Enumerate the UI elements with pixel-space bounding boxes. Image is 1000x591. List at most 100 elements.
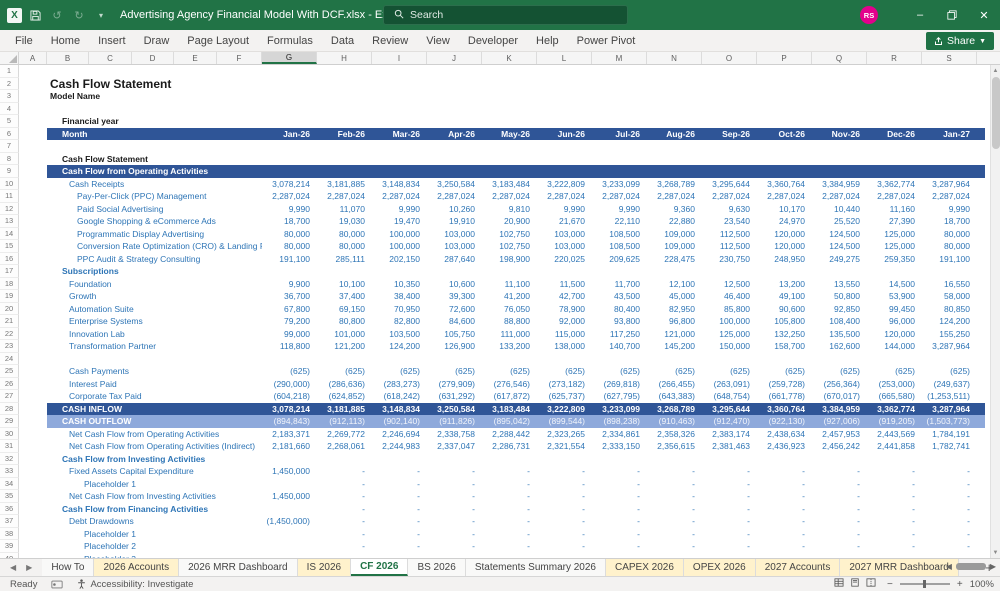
value-cell[interactable]: - bbox=[702, 504, 757, 514]
value-cell[interactable]: - bbox=[867, 479, 922, 489]
value-cell[interactable]: 112,500 bbox=[702, 241, 757, 251]
value-cell[interactable]: - bbox=[372, 529, 427, 539]
value-cell[interactable]: 105,800 bbox=[757, 316, 812, 326]
value-cell[interactable]: 145,200 bbox=[647, 341, 702, 351]
value-cell[interactable]: 96,800 bbox=[647, 316, 702, 326]
value-cell[interactable]: 25,520 bbox=[812, 216, 867, 226]
value-cell[interactable]: - bbox=[922, 479, 977, 489]
value-cell[interactable]: (1,253,511) bbox=[922, 391, 977, 401]
value-cell[interactable]: - bbox=[922, 466, 977, 476]
value-cell[interactable]: 80,000 bbox=[922, 229, 977, 239]
value-cell[interactable]: (625) bbox=[757, 366, 812, 376]
value-cell[interactable]: 9,630 bbox=[702, 204, 757, 214]
row-number[interactable]: 20 bbox=[0, 303, 19, 316]
value-cell[interactable]: - bbox=[482, 504, 537, 514]
value-cell[interactable]: - bbox=[922, 529, 977, 539]
row-label[interactable]: Financial year bbox=[47, 116, 262, 126]
month-header-cell[interactable]: Apr-26 bbox=[427, 129, 482, 139]
value-cell[interactable]: 3,268,789 bbox=[647, 404, 702, 414]
value-cell[interactable]: 2,287,024 bbox=[372, 191, 427, 201]
row-label[interactable]: Foundation bbox=[47, 279, 262, 289]
value-cell[interactable]: 99,000 bbox=[262, 329, 317, 339]
value-cell[interactable]: - bbox=[592, 491, 647, 501]
value-cell[interactable]: - bbox=[537, 479, 592, 489]
value-cell[interactable]: 39,300 bbox=[427, 291, 482, 301]
value-cell[interactable]: - bbox=[757, 466, 812, 476]
value-cell[interactable]: - bbox=[647, 541, 702, 551]
row-label[interactable]: Innovation Lab bbox=[47, 329, 262, 339]
sheet-tab-2027-accounts[interactable]: 2027 Accounts bbox=[756, 559, 841, 576]
value-cell[interactable]: 259,350 bbox=[867, 254, 922, 264]
value-cell[interactable]: 2,333,150 bbox=[592, 441, 647, 451]
value-cell[interactable]: 103,000 bbox=[537, 229, 592, 239]
row-label[interactable]: Transformation Partner bbox=[47, 341, 262, 351]
value-cell[interactable]: 3,233,099 bbox=[592, 179, 647, 189]
row-label[interactable]: Net Cash Flow from Investing Activities bbox=[47, 491, 262, 501]
menu-tab-data[interactable]: Data bbox=[322, 30, 363, 52]
value-cell[interactable]: (912,470) bbox=[702, 416, 757, 426]
value-cell[interactable]: - bbox=[317, 504, 372, 514]
value-cell[interactable]: 9,360 bbox=[647, 204, 702, 214]
value-cell[interactable]: 12,100 bbox=[647, 279, 702, 289]
value-cell[interactable]: 2,287,024 bbox=[867, 191, 922, 201]
value-cell[interactable]: - bbox=[702, 466, 757, 476]
value-cell[interactable]: - bbox=[592, 466, 647, 476]
value-cell[interactable]: (910,463) bbox=[647, 416, 702, 426]
value-cell[interactable]: 117,250 bbox=[592, 329, 647, 339]
row-number[interactable]: 34 bbox=[0, 478, 19, 491]
value-cell[interactable]: 53,900 bbox=[867, 291, 922, 301]
zoom-slider-thumb[interactable] bbox=[923, 580, 926, 588]
row-label[interactable]: Corporate Tax Paid bbox=[47, 391, 262, 401]
value-cell[interactable]: - bbox=[427, 479, 482, 489]
value-cell[interactable]: - bbox=[537, 529, 592, 539]
value-cell[interactable]: - bbox=[482, 491, 537, 501]
value-cell[interactable]: 9,990 bbox=[372, 204, 427, 214]
value-cell[interactable]: 3,078,214 bbox=[262, 404, 317, 414]
value-cell[interactable]: 3,287,964 bbox=[922, 404, 977, 414]
value-cell[interactable]: 133,200 bbox=[482, 341, 537, 351]
value-cell[interactable]: 138,000 bbox=[537, 341, 592, 351]
value-cell[interactable]: - bbox=[427, 541, 482, 551]
menu-tab-view[interactable]: View bbox=[417, 30, 459, 52]
row-number[interactable]: 25 bbox=[0, 365, 19, 378]
row-number[interactable]: 26 bbox=[0, 378, 19, 391]
value-cell[interactable]: (894,843) bbox=[262, 416, 317, 426]
value-cell[interactable]: - bbox=[317, 466, 372, 476]
row-number[interactable]: 7 bbox=[0, 140, 19, 153]
value-cell[interactable]: 79,200 bbox=[262, 316, 317, 326]
value-cell[interactable]: - bbox=[372, 491, 427, 501]
value-cell[interactable]: - bbox=[372, 554, 427, 558]
value-cell[interactable]: 124,500 bbox=[812, 241, 867, 251]
value-cell[interactable]: - bbox=[812, 491, 867, 501]
row-number[interactable]: 28 bbox=[0, 403, 19, 416]
value-cell[interactable]: 10,600 bbox=[427, 279, 482, 289]
value-cell[interactable]: - bbox=[482, 516, 537, 526]
value-cell[interactable]: (648,754) bbox=[702, 391, 757, 401]
value-cell[interactable]: 80,000 bbox=[317, 241, 372, 251]
value-cell[interactable]: - bbox=[427, 516, 482, 526]
value-cell[interactable]: 120,000 bbox=[867, 329, 922, 339]
value-cell[interactable]: - bbox=[537, 504, 592, 514]
value-cell[interactable]: 37,400 bbox=[317, 291, 372, 301]
value-cell[interactable]: 191,100 bbox=[922, 254, 977, 264]
value-cell[interactable]: 72,600 bbox=[427, 304, 482, 314]
value-cell[interactable]: 11,160 bbox=[867, 204, 922, 214]
value-cell[interactable]: - bbox=[812, 541, 867, 551]
value-cell[interactable]: (290,000) bbox=[262, 379, 317, 389]
column-header-O[interactable]: O bbox=[702, 52, 757, 64]
value-cell[interactable]: - bbox=[647, 504, 702, 514]
value-cell[interactable]: (625) bbox=[647, 366, 702, 376]
menu-tab-insert[interactable]: Insert bbox=[89, 30, 135, 52]
value-cell[interactable]: 3,148,834 bbox=[372, 179, 427, 189]
value-cell[interactable]: 2,457,953 bbox=[812, 429, 867, 439]
value-cell[interactable]: 41,200 bbox=[482, 291, 537, 301]
row-number[interactable]: 10 bbox=[0, 178, 19, 191]
value-cell[interactable]: (625) bbox=[922, 366, 977, 376]
row-label[interactable]: Pay-Per-Click (PPC) Management bbox=[47, 191, 262, 201]
value-cell[interactable]: 92,850 bbox=[812, 304, 867, 314]
value-cell[interactable]: 80,000 bbox=[922, 241, 977, 251]
value-cell[interactable]: - bbox=[317, 516, 372, 526]
value-cell[interactable]: - bbox=[867, 554, 922, 558]
column-header-R[interactable]: R bbox=[867, 52, 922, 64]
value-cell[interactable]: - bbox=[482, 541, 537, 551]
